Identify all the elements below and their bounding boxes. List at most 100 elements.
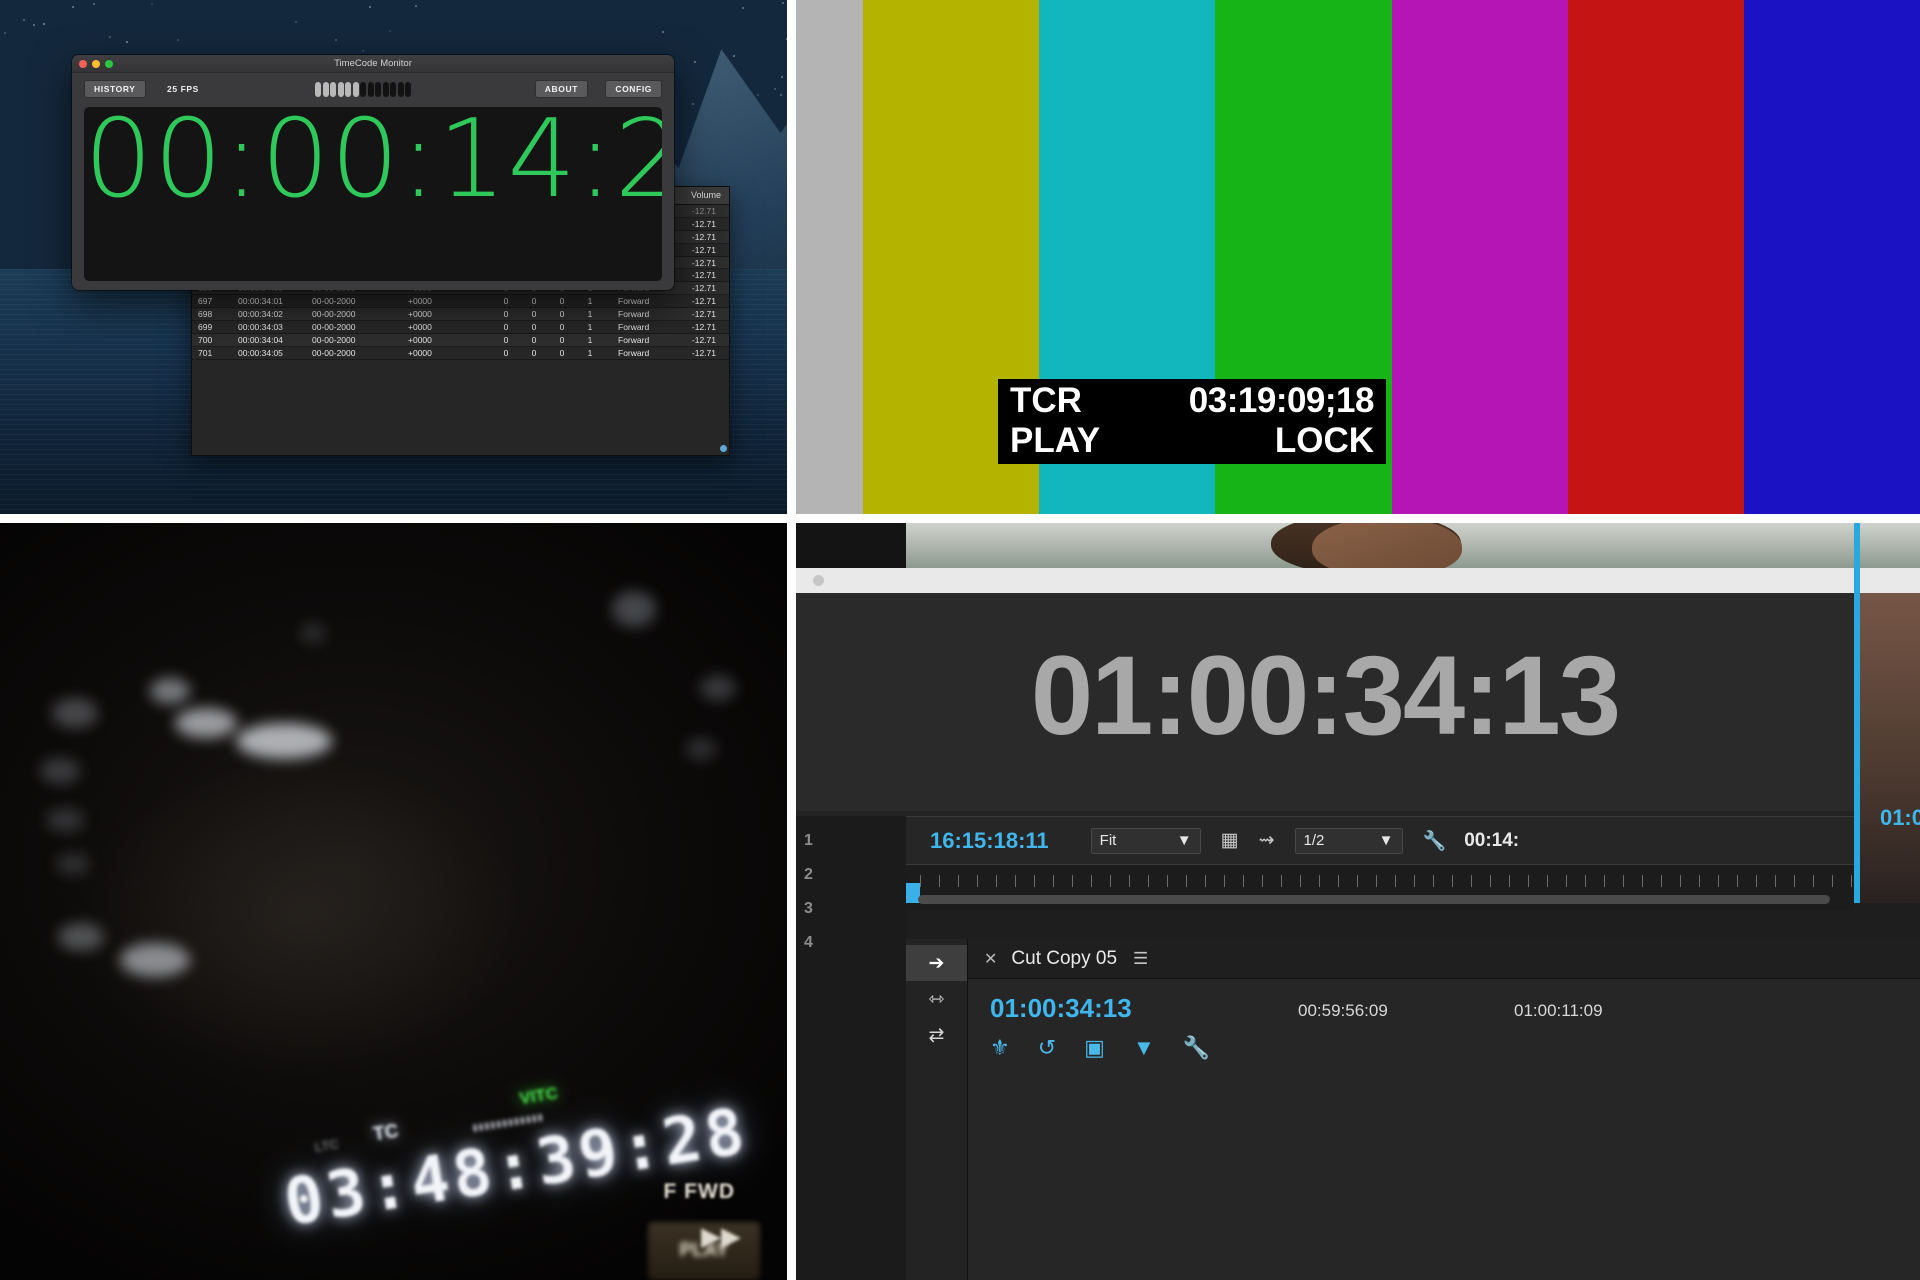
window-title: TimeCode Monitor	[72, 58, 674, 69]
cell-flag: 0	[520, 348, 548, 358]
marker-icon[interactable]: ▼	[1133, 1035, 1155, 1061]
cell-flag: 1	[576, 348, 604, 358]
track-select-icon[interactable]: ⇿	[906, 981, 967, 1017]
star-dot	[362, 50, 364, 52]
cell-timecode: 00:00:34:02	[238, 309, 312, 319]
panel-menu-icon[interactable]: ☰	[1133, 949, 1148, 969]
film-strip-icon[interactable]: ▦	[1221, 829, 1239, 852]
table-row[interactable]: 698 00:00:34:02 00-00-2000 +0000 0 0 0 1 Forward…	[192, 308, 729, 321]
program-monitor[interactable]: 01:00:34:13	[796, 593, 1854, 811]
ripple-edit-icon[interactable]: ⇄	[906, 1017, 967, 1053]
status-dot-icon	[813, 575, 824, 586]
wrench-icon[interactable]: 🔧	[1423, 829, 1447, 853]
timecode-monitor-window[interactable]: TimeCode Monitor HISTORY 25 FPS ABOUT CO…	[72, 55, 674, 290]
bokeh-light	[300, 623, 326, 643]
white-separator-bar	[796, 568, 1920, 593]
wrench-icon-timeline[interactable]: 🔧	[1183, 1035, 1210, 1061]
insert-icon[interactable]: ▣	[1084, 1035, 1105, 1061]
tcr-transport-state: PLAY	[1010, 421, 1100, 460]
fast-forward-icon[interactable]: ▶▶	[701, 1221, 741, 1252]
cell-flag: 0	[492, 348, 520, 358]
meter-segment	[375, 82, 381, 97]
program-monitor-ruler[interactable]	[906, 864, 1854, 910]
sequence-timecode[interactable]: 01:00:34:13	[990, 993, 1920, 1024]
star-dot	[692, 103, 694, 105]
table-row[interactable]: 701 00:00:34:05 00-00-2000 +0000 0 0 0 1 Forward…	[192, 347, 729, 360]
star-dot	[389, 30, 391, 32]
star-dot	[694, 61, 696, 63]
bokeh-light	[56, 853, 90, 875]
star-dot	[109, 36, 111, 38]
selection-arrow-icon[interactable]: ➔	[906, 945, 967, 981]
meter-segment	[398, 82, 404, 97]
linked-selection-icon[interactable]: ↺	[1038, 1035, 1056, 1061]
config-button[interactable]: CONFIG	[605, 80, 662, 98]
meter-segment	[353, 82, 359, 97]
panel-timecode-monitor-macos: Volume 69000:00:33:1900-00-2000+00000001…	[0, 0, 787, 514]
cell-userbits: 00-00-2000	[312, 309, 408, 319]
bokeh-light	[46, 808, 84, 832]
track-number: 3	[804, 892, 813, 926]
timeline-tab-row[interactable]: ✕ Cut Copy 05 ☰	[968, 939, 1920, 979]
cell-direction: Forward	[604, 322, 664, 332]
cell-flag: 1	[576, 322, 604, 332]
fps-label: 25 FPS	[167, 84, 199, 94]
track-number-column: 1234	[796, 816, 906, 1280]
cell-userbits: 00-00-2000	[312, 335, 408, 345]
star-dot	[43, 23, 45, 25]
history-scrollbar-thumb[interactable]	[720, 445, 727, 452]
zoom-level-dropdown[interactable]: Fit ▼	[1091, 828, 1201, 854]
resolution-dropdown[interactable]: 1/2 ▼	[1295, 828, 1403, 854]
timeline-panel[interactable]: ✕ Cut Copy 05 ☰ 01:00:34:13 00:59:56:09 …	[968, 939, 1920, 1280]
table-row[interactable]: 699 00:00:34:03 00-00-2000 +0000 0 0 0 1 Forward…	[192, 321, 729, 334]
cell-flag: 0	[520, 322, 548, 332]
ffwd-button-label[interactable]: F FWD	[664, 1180, 735, 1204]
window-titlebar[interactable]: TimeCode Monitor	[72, 55, 674, 73]
history-button[interactable]: HISTORY	[84, 80, 146, 98]
main-timecode-readout: 00:00:14:20	[84, 107, 662, 220]
cell-userbits: 00-00-2000	[312, 348, 408, 358]
meter-segment	[323, 82, 329, 97]
star-dot	[33, 24, 35, 26]
track-number: 1	[804, 824, 813, 858]
bokeh-light	[686, 738, 716, 760]
timeline-toolbar-icons[interactable]: ⚜ ↺ ▣ ▼ 🔧	[990, 1035, 1210, 1061]
cell-flag: 0	[548, 322, 576, 332]
about-button[interactable]: ABOUT	[535, 80, 588, 98]
program-monitor-left-gutter	[796, 523, 906, 568]
cell-offset: +0000	[408, 322, 492, 332]
meter-segment	[330, 82, 336, 97]
cell-offset: +0000	[408, 309, 492, 319]
color-bar-blue	[1744, 0, 1920, 514]
timeline-tool-palette[interactable]: ➔ ⇿ ⇄	[906, 939, 968, 1280]
chevron-down-icon: ▼	[1177, 832, 1192, 849]
cell-offset: +0000	[408, 348, 492, 358]
meter-segment	[315, 82, 321, 97]
video-subject-face	[1312, 523, 1462, 568]
cell-direction: Forward	[604, 335, 664, 345]
waveform-icon[interactable]: ⇝	[1259, 829, 1275, 852]
cell-volume: -12.71	[664, 335, 720, 345]
tc-label: TC	[372, 1121, 400, 1147]
bokeh-light	[700, 675, 736, 701]
playhead-timecode[interactable]: 16:15:18:11	[930, 828, 1049, 854]
tcr-row-timecode: TCR 03:19:09;18	[1010, 381, 1374, 420]
cell-timecode: 00:00:34:04	[238, 335, 312, 345]
cell-index: 700	[198, 335, 238, 345]
cell-flag: 0	[548, 348, 576, 358]
cell-flag: 0	[492, 335, 520, 345]
tab-cut-copy-05[interactable]: Cut Copy 05	[1011, 948, 1117, 970]
star-dot	[742, 7, 744, 9]
star-dot	[662, 31, 664, 33]
cell-flag: 0	[548, 296, 576, 306]
chevron-down-icon-2: ▼	[1379, 832, 1394, 849]
scrub-bar[interactable]	[918, 895, 1830, 904]
table-row[interactable]: 700 00:00:34:04 00-00-2000 +0000 0 0 0 1 Forward…	[192, 334, 729, 347]
tcr-overlay-box: TCR 03:19:09;18 PLAY LOCK	[998, 379, 1386, 464]
playhead-marker-blue[interactable]	[1854, 523, 1860, 903]
track-numbers: 1234	[804, 824, 813, 960]
meter-segment	[345, 82, 351, 97]
snap-icon[interactable]: ⚜	[990, 1035, 1010, 1061]
table-row[interactable]: 697 00:00:34:01 00-00-2000 +0000 0 0 0 1 Forward…	[192, 295, 729, 308]
close-icon-tab[interactable]: ✕	[984, 949, 997, 969]
